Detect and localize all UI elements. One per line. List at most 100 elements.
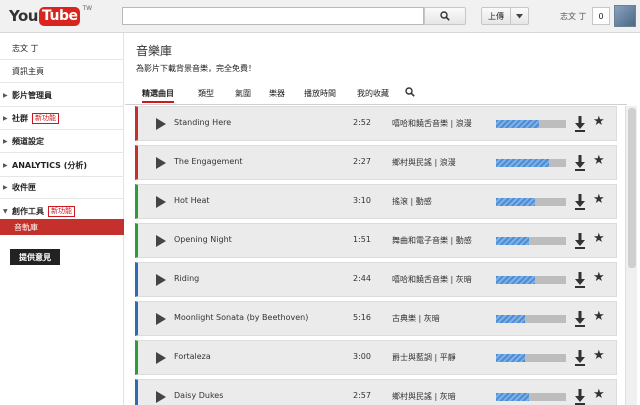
search-icon [405,87,415,97]
new-feature-badge: 新功能 [32,112,59,124]
scrollbar-thumb[interactable] [628,108,636,268]
sidebar-item-label: 音軌庫 [14,222,38,232]
popularity-fill [496,276,535,284]
track-genre-mood: 鄉村與民謠 | 灰暗 [392,392,456,401]
tab-duration[interactable]: 播放時間 [304,87,336,103]
track-list: Standing Here 2:52 嘻哈和饒舌音樂 | 浪漫 ★ The Engage… [135,106,620,405]
scrollbar[interactable] [625,106,637,405]
sidebar-item-audio-library[interactable]: 音軌庫 [0,219,124,235]
popularity-fill [496,198,535,206]
track-row[interactable]: Opening Night 1:51 舞曲和電子音樂 | 動感 ★ [135,223,617,258]
tab-bar: 精選曲目 類型 氣圍 樂器 播放時間 我的收藏 [136,85,626,105]
top-bar: You Tube TW 上傳 志文 丁 0 [0,0,640,33]
sidebar-item-video-manager[interactable]: ▶ 影片管理員 [0,88,124,102]
popularity-bar [496,315,566,323]
track-row[interactable]: Fortaleza 3:00 爵士與藍調 | 平靜 ★ [135,340,617,375]
track-genre-mood: 搖滾 | 動感 [392,197,432,206]
play-icon[interactable] [156,157,166,169]
divider [0,106,124,107]
star-icon[interactable]: ★ [593,270,607,286]
sidebar-item-channel-settings[interactable]: ▶ 頻道設定 [0,134,124,148]
sidebar-item-dashboard[interactable]: 資訊主頁 [0,64,124,78]
logo-region: TW [82,5,93,12]
track-row[interactable]: The Engagement 2:27 鄉村與民謠 | 浪漫 ★ [135,145,617,180]
download-icon[interactable] [574,310,586,328]
notification-count-button[interactable]: 0 [592,7,610,25]
star-icon[interactable]: ★ [593,348,607,364]
caret-right-icon: ▶ [3,183,8,191]
download-icon[interactable] [574,115,586,133]
youtube-logo[interactable]: You Tube TW [9,5,92,27]
play-icon[interactable] [156,196,166,208]
sidebar-item-creator-tools[interactable]: ▼ 創作工具 新功能 [0,204,124,218]
track-title: Standing Here [174,118,232,127]
star-icon[interactable]: ★ [593,231,607,247]
divider [0,129,124,130]
download-icon[interactable] [574,154,586,172]
popularity-fill [496,354,525,362]
tab-my-favorites[interactable]: 我的收藏 [357,87,389,103]
play-icon[interactable] [156,118,166,130]
upload-menu-button[interactable] [511,7,529,25]
upload-button[interactable]: 上傳 [481,7,511,25]
tab-instrument[interactable]: 樂器 [269,87,285,103]
divider [0,82,124,83]
track-duration: 3:10 [353,196,371,205]
play-icon[interactable] [156,391,166,403]
star-icon[interactable]: ★ [593,114,607,130]
caret-right-icon: ▶ [3,137,8,145]
download-icon[interactable] [574,388,586,405]
popularity-bar [496,237,566,245]
track-row[interactable]: Riding 2:44 嘻哈和饒舌音樂 | 灰暗 ★ [135,262,617,297]
tab-divider [125,104,627,105]
track-row[interactable]: Standing Here 2:52 嘻哈和饒舌音樂 | 浪漫 ★ [135,106,617,141]
tab-featured[interactable]: 精選曲目 [142,87,174,103]
sidebar-item-channel[interactable]: 志文 丁 [0,41,124,55]
tab-mood[interactable]: 氣圍 [235,87,251,103]
download-icon[interactable] [574,193,586,211]
download-icon[interactable] [574,232,586,250]
sidebar-item-inbox[interactable]: ▶ 收件匣 [0,180,124,194]
avatar[interactable] [614,5,636,27]
track-genre-mood: 古典樂 | 灰暗 [392,314,440,323]
sidebar-item-label: 頻道設定 [12,136,44,146]
track-duration: 1:51 [353,235,371,244]
play-icon[interactable] [156,274,166,286]
new-feature-badge: 新功能 [48,205,75,217]
download-icon[interactable] [574,271,586,289]
sidebar-item-label: 資訊主頁 [12,66,44,76]
sidebar-item-label: 收件匣 [12,182,36,192]
main-content: 音樂庫 為影片下載背景音樂，完全免費！ 精選曲目 類型 氣圍 樂器 播放時間 我… [125,33,640,405]
download-icon[interactable] [574,349,586,367]
tab-search-button[interactable] [405,87,415,99]
tab-genre[interactable]: 類型 [198,87,214,103]
track-duration: 3:00 [353,352,371,361]
search-input[interactable] [122,7,424,25]
star-icon[interactable]: ★ [593,309,607,325]
star-icon[interactable]: ★ [593,387,607,403]
sidebar-item-analytics[interactable]: ▶ ANALYTICS (分析) [0,158,124,172]
sidebar: 志文 丁 資訊主頁 ▶ 影片管理員 ▶ 社群 新功能 ▶ 頻道設定 ▶ ANAL… [0,33,124,405]
feedback-button[interactable]: 提供意見 [10,249,60,265]
sidebar-item-label: 創作工具 [12,206,44,216]
sidebar-item-label: ANALYTICS (分析) [12,160,88,170]
logo-you-text: You [9,7,38,25]
star-icon[interactable]: ★ [593,153,607,169]
track-row[interactable]: Hot Heat 3:10 搖滾 | 動感 ★ [135,184,617,219]
track-duration: 2:52 [353,118,371,127]
popularity-fill [496,120,539,128]
play-icon[interactable] [156,313,166,325]
star-icon[interactable]: ★ [593,192,607,208]
search-button[interactable] [424,7,466,25]
user-name[interactable]: 志文 丁 [560,11,587,22]
page-title: 音樂庫 [136,44,173,58]
play-icon[interactable] [156,352,166,364]
play-icon[interactable] [156,235,166,247]
track-row[interactable]: Daisy Dukes 2:57 鄉村與民謠 | 灰暗 ★ [135,379,617,405]
sidebar-item-community[interactable]: ▶ 社群 新功能 [0,111,124,125]
caret-right-icon: ▶ [3,161,8,169]
track-row[interactable]: Moonlight Sonata (by Beethoven) 5:16 古典樂 |… [135,301,617,336]
track-title: Fortaleza [174,352,211,361]
track-genre-mood: 鄉村與民謠 | 浪漫 [392,158,456,167]
caret-right-icon: ▶ [3,91,8,99]
